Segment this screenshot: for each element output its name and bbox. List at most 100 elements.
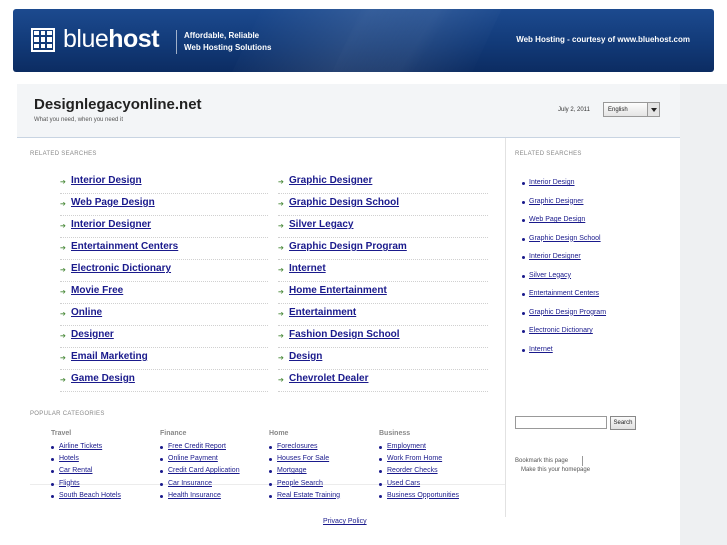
- related-link[interactable]: Fashion Design School: [289, 329, 400, 340]
- arrow-right-icon: ➔: [60, 311, 66, 318]
- sidebar-related-link[interactable]: Graphic Design Program: [529, 309, 606, 316]
- language-select[interactable]: English: [603, 102, 660, 117]
- category-link[interactable]: Online Payment: [168, 455, 218, 462]
- related-link[interactable]: Email Marketing: [71, 351, 148, 362]
- related-link[interactable]: Electronic Dictionary: [71, 263, 171, 274]
- related-link[interactable]: Designer: [71, 329, 114, 340]
- page-container: Designlegacyonline.net What you need, wh…: [17, 84, 680, 545]
- related-link-row[interactable]: ➔ Game Design: [60, 370, 268, 392]
- related-link[interactable]: Internet: [289, 263, 326, 274]
- sidebar-related-link[interactable]: Interior Design: [529, 179, 575, 186]
- category-heading: Business: [379, 430, 411, 437]
- related-link[interactable]: Graphic Design School: [289, 197, 399, 208]
- bullet-icon: [522, 237, 525, 241]
- sidebar-related-link[interactable]: Interior Designer: [529, 253, 581, 260]
- related-link-row[interactable]: ➔ Home Entertainment: [278, 282, 488, 304]
- related-link[interactable]: Online: [71, 307, 102, 318]
- related-link-row[interactable]: ➔ Internet: [278, 260, 488, 282]
- related-link[interactable]: Interior Designer: [71, 219, 151, 230]
- category-link[interactable]: Employment: [387, 443, 426, 450]
- related-link[interactable]: Entertainment Centers: [71, 241, 178, 252]
- related-link[interactable]: Graphic Design Program: [289, 241, 407, 252]
- tagline-line-2: Web Hosting Solutions: [184, 43, 272, 52]
- related-link-row[interactable]: ➔ Fashion Design School: [278, 326, 488, 348]
- sidebar-related-link[interactable]: Entertainment Centers: [529, 290, 599, 297]
- related-link-row[interactable]: ➔ Graphic Design Program: [278, 238, 488, 260]
- bullet-icon: [51, 470, 54, 474]
- bullet-icon: [522, 200, 525, 204]
- related-link-row[interactable]: ➔ Electronic Dictionary: [60, 260, 268, 282]
- related-link[interactable]: Movie Free: [71, 285, 123, 296]
- related-link-row[interactable]: ➔ Online: [60, 304, 268, 326]
- sidebar-related-link[interactable]: Internet: [529, 346, 553, 353]
- arrow-right-icon: ➔: [278, 223, 284, 230]
- category-link[interactable]: Reorder Checks: [387, 467, 438, 474]
- search-input[interactable]: [515, 416, 607, 429]
- related-link-row[interactable]: ➔ Interior Designer: [60, 216, 268, 238]
- category-link[interactable]: Airline Tickets: [59, 443, 102, 450]
- related-link-row[interactable]: ➔ Movie Free: [60, 282, 268, 304]
- category-link[interactable]: People Search: [277, 480, 323, 487]
- date-label: July 2, 2011: [558, 107, 590, 113]
- related-link[interactable]: Home Entertainment: [289, 285, 387, 296]
- page-subtitle: What you need, when you need it: [34, 117, 124, 123]
- category-link[interactable]: Health Insurance: [168, 492, 221, 499]
- related-link-row[interactable]: ➔ Chevrolet Dealer: [278, 370, 488, 392]
- category-link[interactable]: Mortgage: [277, 467, 307, 474]
- related-link[interactable]: Design: [289, 351, 322, 362]
- related-link[interactable]: Graphic Designer: [289, 175, 372, 186]
- bullet-icon: [160, 458, 163, 462]
- category-link[interactable]: Car Rental: [59, 467, 92, 474]
- related-link-row[interactable]: ➔ Entertainment: [278, 304, 488, 326]
- related-link[interactable]: Chevrolet Dealer: [289, 373, 368, 384]
- related-link[interactable]: Game Design: [71, 373, 135, 384]
- sidebar-related-link[interactable]: Graphic Design School: [529, 235, 601, 242]
- bullet-icon: [379, 494, 382, 498]
- bullet-icon: [522, 330, 525, 333]
- category-link[interactable]: Hotels: [59, 455, 79, 462]
- search-button[interactable]: Search: [610, 416, 636, 430]
- category-link[interactable]: Foreclosures: [277, 443, 317, 450]
- bullet-icon: [379, 458, 382, 462]
- related-link-row[interactable]: ➔ Email Marketing: [60, 348, 268, 370]
- arrow-right-icon: ➔: [278, 179, 284, 186]
- category-link[interactable]: South Beach Hotels: [59, 492, 121, 499]
- category-link[interactable]: Credit Card Application: [168, 467, 240, 474]
- related-link-row[interactable]: ➔ Entertainment Centers: [60, 238, 268, 260]
- related-link[interactable]: Interior Design: [71, 175, 142, 186]
- related-link[interactable]: Entertainment: [289, 307, 356, 318]
- related-link-row[interactable]: ➔ Interior Design: [60, 172, 268, 194]
- sidebar-related-link[interactable]: Web Page Design: [529, 216, 585, 223]
- grid-logo-icon: [31, 27, 55, 52]
- bookmark-link[interactable]: Bookmark this page: [515, 458, 568, 464]
- related-link-row[interactable]: ➔ Designer: [60, 326, 268, 348]
- category-link[interactable]: Houses For Sale: [277, 455, 329, 462]
- bluehost-logo[interactable]: bluehost: [31, 25, 160, 54]
- category-link[interactable]: Real Estate Training: [277, 492, 340, 499]
- category-link[interactable]: Work From Home: [387, 455, 442, 462]
- bluehost-banner[interactable]: bluehost Affordable, Reliable Web Hostin…: [13, 9, 714, 72]
- category-link[interactable]: Flights: [59, 480, 80, 487]
- sidebar-related-link[interactable]: Silver Legacy: [529, 272, 571, 279]
- arrow-right-icon: ➔: [60, 223, 66, 230]
- bullet-icon: [379, 482, 382, 486]
- category-link[interactable]: Free Credit Report: [168, 443, 226, 450]
- related-link-row[interactable]: ➔ Graphic Design School: [278, 194, 488, 216]
- category-link[interactable]: Business Opportunities: [387, 492, 459, 499]
- bullet-icon: [51, 458, 54, 462]
- related-link[interactable]: Silver Legacy: [289, 219, 353, 230]
- bullet-icon: [269, 482, 272, 486]
- privacy-policy-link[interactable]: Privacy Policy: [323, 518, 367, 525]
- category-link[interactable]: Used Cars: [387, 480, 420, 487]
- sidebar-related-link[interactable]: Graphic Designer: [529, 198, 583, 205]
- related-link-row[interactable]: ➔ Graphic Designer: [278, 172, 488, 194]
- sidebar-related-link[interactable]: Electronic Dictionary: [529, 327, 593, 334]
- category-link[interactable]: Car Insurance: [168, 480, 212, 487]
- related-link[interactable]: Web Page Design: [71, 197, 155, 208]
- make-homepage-link[interactable]: Make this your homepage: [521, 467, 590, 473]
- related-link-row[interactable]: ➔ Silver Legacy: [278, 216, 488, 238]
- arrow-right-icon: ➔: [60, 377, 66, 384]
- related-link-row[interactable]: ➔ Web Page Design: [60, 194, 268, 216]
- related-link-row[interactable]: ➔ Design: [278, 348, 488, 370]
- bullet-icon: [379, 446, 382, 449]
